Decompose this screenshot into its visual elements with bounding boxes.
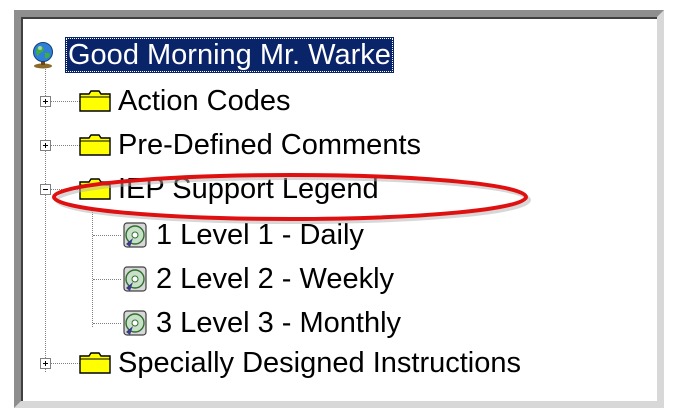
disc-icon (123, 266, 147, 292)
tree-leaf-level-3[interactable]: 3 Level 3 - Monthly (121, 303, 404, 343)
globe-icon (33, 42, 53, 69)
tree-leaf-level-2[interactable]: 2 Level 2 - Weekly (121, 259, 397, 299)
tree-root-node[interactable]: Good Morning Mr. Warke (29, 35, 394, 75)
folder-icon (79, 134, 111, 156)
folder-icon (79, 90, 111, 112)
tree-connector-line (92, 209, 93, 327)
tree-leaf-label[interactable]: 3 Level 3 - Monthly (153, 305, 404, 341)
tree-connector-line (93, 323, 121, 324)
tree-node-label[interactable]: Action Codes (115, 83, 294, 119)
tree-node-specially-designed-instructions[interactable]: Specially Designed Instructions (79, 343, 524, 383)
expand-toggle-action-codes[interactable] (40, 96, 51, 107)
tree-view-panel: Good Morning Mr. Warke Action Codes Pre-… (14, 10, 664, 408)
folder-icon (79, 352, 111, 374)
tree-node-action-codes[interactable]: Action Codes (79, 81, 294, 121)
tree-node-pre-defined-comments[interactable]: Pre-Defined Comments (79, 125, 424, 165)
tree-connector-line (93, 279, 121, 280)
tree-connector-line (46, 101, 82, 102)
tree-connector-line (46, 145, 82, 146)
tree-leaf-label[interactable]: 2 Level 2 - Weekly (153, 261, 397, 297)
tree-connector-line (93, 235, 121, 236)
tree-root-label[interactable]: Good Morning Mr. Warke (65, 37, 394, 73)
expand-toggle-pre-defined-comments[interactable] (40, 140, 51, 151)
disc-icon (123, 310, 147, 336)
tree-view: Good Morning Mr. Warke Action Codes Pre-… (21, 17, 657, 401)
tree-connector-line (46, 363, 82, 364)
tree-node-label[interactable]: Specially Designed Instructions (115, 345, 524, 381)
annotation-circle (52, 173, 531, 224)
tree-node-label[interactable]: Pre-Defined Comments (115, 127, 424, 163)
expand-toggle-specially-designed-instructions[interactable] (40, 358, 51, 369)
